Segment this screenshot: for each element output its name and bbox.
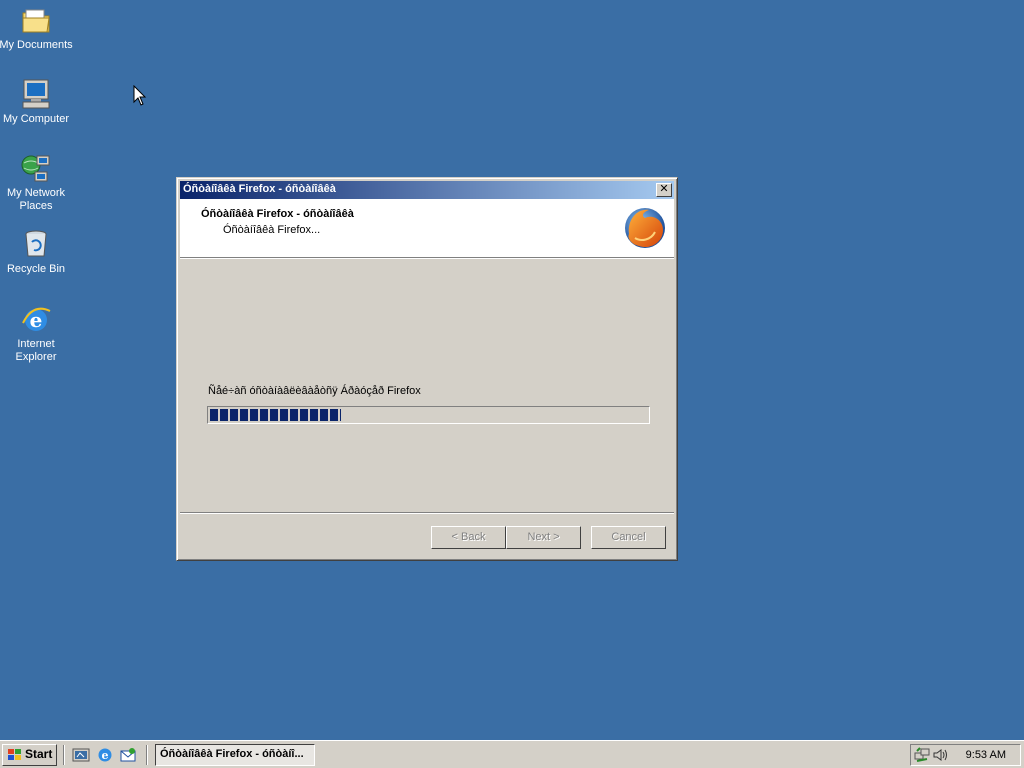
recycle-bin-icon: [20, 228, 52, 260]
folder-icon: [20, 4, 52, 36]
dialog-titlebar[interactable]: Óñòàíîâêà Firefox - óñòàíîâêà ✕: [180, 181, 674, 199]
mouse-cursor-icon: [133, 85, 147, 106]
dialog-title: Óñòàíîâêà Firefox - óñòàíîâêà: [183, 183, 336, 195]
computer-icon: [20, 78, 52, 110]
outlook-express-icon[interactable]: [119, 747, 137, 763]
desktop-icon-internet-explorer[interactable]: e Internet Explorer: [0, 303, 76, 364]
desktop-icon-label: My Computer: [2, 113, 70, 125]
clock: 9:53 AM: [965, 749, 1006, 761]
header-subtitle: Óñòàíîâêà Firefox...: [223, 224, 321, 236]
installer-dialog: Óñòàíîâêà Firefox - óñòàíîâêà ✕ Óñòàíîâê…: [176, 177, 678, 561]
progress-blocks: [210, 409, 342, 421]
taskbar-divider: [63, 745, 65, 765]
taskbar-task-firefox-setup[interactable]: Óñòàíîâêà Firefox - óñòàíî...: [155, 744, 315, 766]
dialog-header: Óñòàíîâêà Firefox - óñòàíîâêà Óñòàíîâêà …: [180, 199, 674, 258]
windows-logo-icon: [8, 749, 21, 760]
progress-fill: [210, 409, 342, 421]
cancel-button[interactable]: Cancel: [591, 526, 666, 549]
network-icon: [20, 152, 52, 184]
svg-text:e: e: [102, 749, 109, 762]
next-button[interactable]: Next >: [506, 526, 581, 549]
desktop-icon-my-computer[interactable]: My Computer: [0, 78, 76, 126]
header-title: Óñòàíîâêà Firefox - óñòàíîâêà: [201, 208, 354, 220]
desktop-icon-label: My Documents: [0, 39, 73, 51]
volume-icon[interactable]: [932, 747, 948, 763]
desktop-icon-label: Recycle Bin: [6, 263, 66, 275]
desktop-icon-recycle-bin[interactable]: Recycle Bin: [0, 228, 76, 276]
start-label: Start: [25, 747, 53, 761]
header-divider: [180, 258, 674, 259]
show-desktop-icon[interactable]: [72, 747, 90, 763]
desktop-icon-label: Internet Explorer: [15, 338, 57, 363]
install-progress-bar: [207, 406, 650, 424]
back-button[interactable]: < Back: [431, 526, 506, 549]
taskbar-divider: [146, 745, 148, 765]
desktop-icon-my-documents[interactable]: My Documents: [0, 4, 76, 52]
install-status-text: Ñåé÷àñ óñòàíàâëèâàåòñÿ Áðàóçåð Firefox: [208, 385, 421, 397]
desktop-icon-label: My Network Places: [6, 187, 66, 212]
desktop-icon-my-network-places[interactable]: My Network Places: [0, 152, 76, 213]
start-button[interactable]: Start: [2, 744, 57, 766]
system-tray: 9:53 AM: [910, 744, 1021, 766]
firefox-logo-icon: [625, 208, 665, 248]
taskbar: Start e Óñòàíîâêà Firefox - óñòàíî... 9:…: [0, 740, 1024, 768]
network-connection-icon[interactable]: [914, 747, 930, 763]
close-button[interactable]: ✕: [656, 183, 672, 197]
close-icon: ✕: [659, 183, 669, 195]
footer-divider: [180, 512, 674, 514]
internet-explorer-icon[interactable]: e: [96, 747, 114, 763]
internet-explorer-icon: e: [20, 303, 52, 335]
